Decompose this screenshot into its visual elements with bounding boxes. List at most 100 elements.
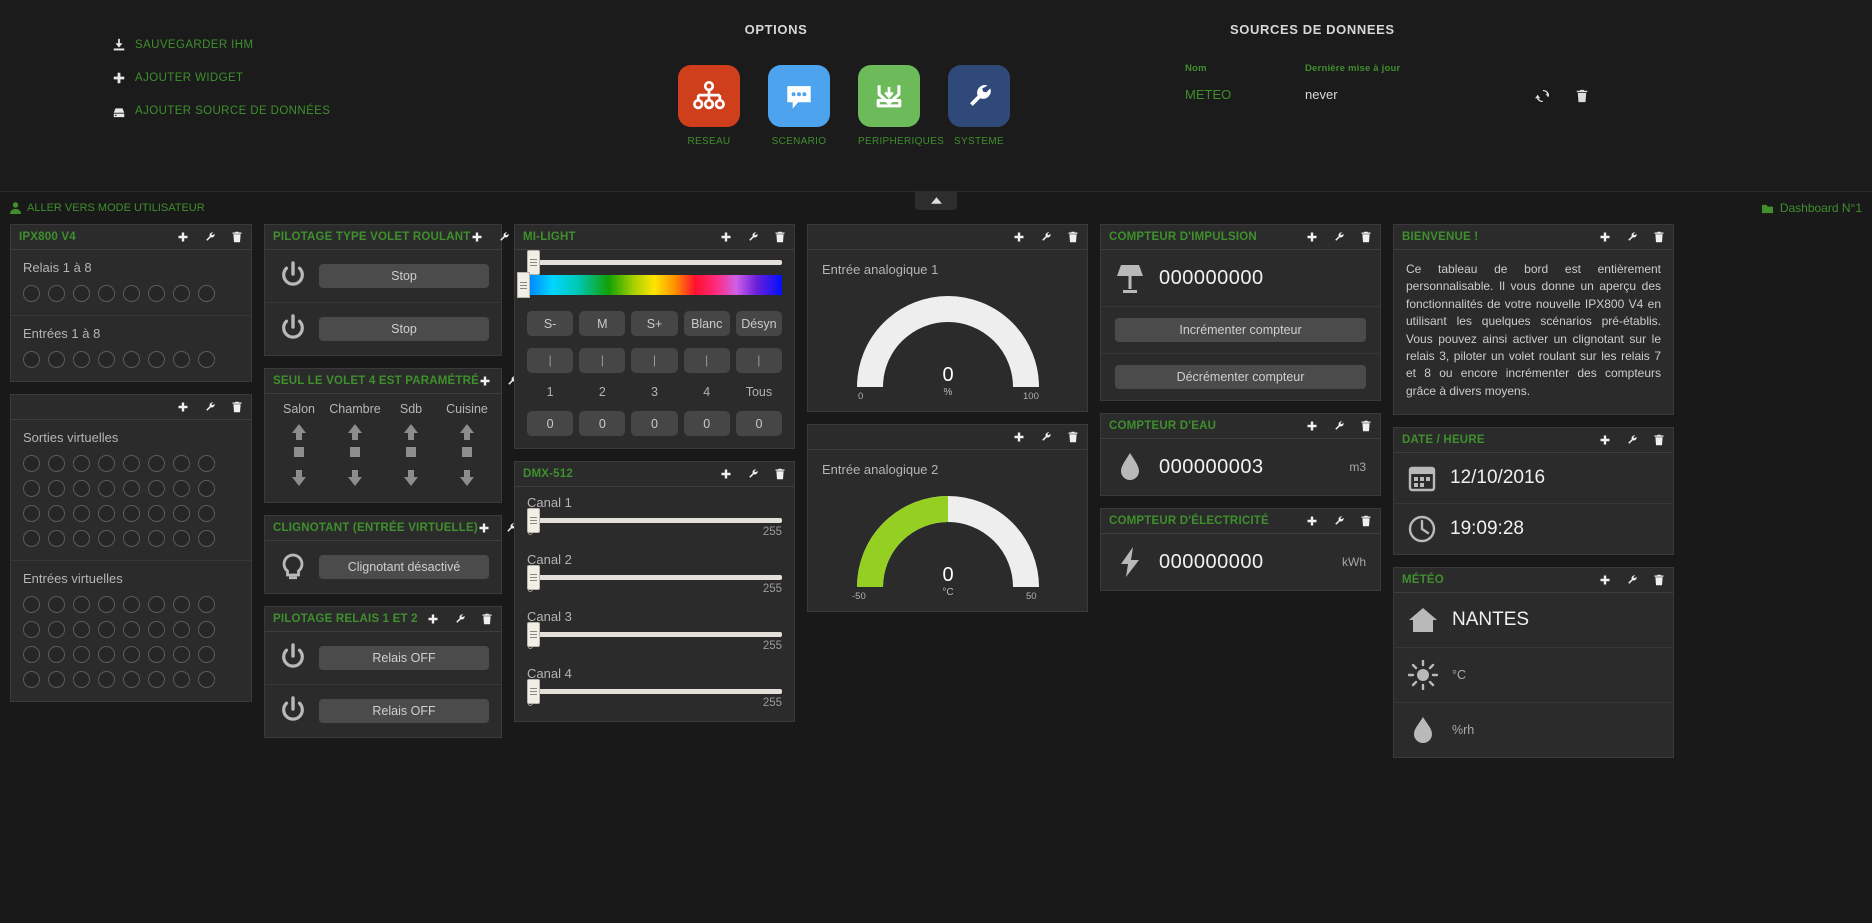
plus-icon[interactable] [427,613,439,625]
option-scenario[interactable]: SCENARIO [768,65,830,147]
vout-dot[interactable] [48,530,65,547]
wrench-icon[interactable] [454,613,466,625]
increment-counter-button[interactable]: Incrémenter compteur [1115,318,1366,342]
shutter-control[interactable]: Cuisine [441,402,493,488]
vout-dot[interactable] [98,505,115,522]
relay-dot[interactable] [198,285,215,302]
dmx-slider-handle[interactable] [527,508,540,533]
zone-value-button[interactable]: 0 [631,411,678,436]
dmx-slider-track[interactable] [527,679,782,704]
user-mode-link[interactable]: ALLER VERS MODE UTILISATEUR [10,202,205,214]
trash-icon[interactable] [1067,431,1079,443]
plus-icon[interactable] [1306,515,1318,527]
vin-dot[interactable] [173,621,190,638]
dmx-slider-handle[interactable] [527,565,540,590]
vout-dot[interactable] [98,480,115,497]
vout-dot[interactable] [198,530,215,547]
zone-bar-button[interactable]: | [683,348,730,373]
vin-dot[interactable] [73,621,90,638]
plus-icon[interactable] [177,231,189,243]
vin-dot[interactable] [123,671,140,688]
shutter-control[interactable]: Chambre [329,402,381,488]
zone-value-button[interactable]: 0 [527,411,574,436]
wrench-icon[interactable] [1040,431,1052,443]
vout-dot[interactable] [123,480,140,497]
zone-value-button[interactable]: 0 [579,411,626,436]
trash-icon[interactable] [1575,89,1589,103]
vout-dot[interactable] [148,455,165,472]
vout-dot[interactable] [73,480,90,497]
plus-icon[interactable] [177,401,189,413]
vin-dot[interactable] [23,596,40,613]
vin-dot[interactable] [73,671,90,688]
option-peripheriques[interactable]: PERIPHERIQUES [858,65,944,147]
plus-icon[interactable] [471,231,483,243]
trash-icon[interactable] [1360,231,1372,243]
zone-bar-button[interactable]: | [735,348,783,373]
shutter-control[interactable]: Salon [273,402,325,488]
wrench-icon[interactable] [747,231,759,243]
add-widget-link[interactable]: AJOUTER WIDGET [112,71,330,85]
vout-dot[interactable] [23,455,40,472]
trash-icon[interactable] [231,231,243,243]
plus-icon[interactable] [478,522,490,534]
zone-value-button[interactable]: 0 [735,411,783,436]
vout-dot[interactable] [23,505,40,522]
input-dot[interactable] [198,351,215,368]
wrench-icon[interactable] [1626,574,1638,586]
vin-dot[interactable] [48,646,65,663]
dmx-slider-track[interactable] [527,565,782,590]
vout-dot[interactable] [173,480,190,497]
plus-icon[interactable] [1599,231,1611,243]
trash-icon[interactable] [1653,231,1665,243]
wrench-icon[interactable] [747,468,759,480]
add-datasource-link[interactable]: AJOUTER SOURCE DE DONNÉES [112,104,330,118]
bulb-icon[interactable] [277,551,309,583]
plus-icon[interactable] [1013,231,1025,243]
wrench-icon[interactable] [1333,420,1345,432]
relay-dot[interactable] [98,285,115,302]
relay-dot[interactable] [48,285,65,302]
vin-dot[interactable] [198,596,215,613]
wrench-icon[interactable] [498,231,510,243]
vin-dot[interactable] [173,671,190,688]
trash-icon[interactable] [1360,515,1372,527]
wrench-icon[interactable] [1333,231,1345,243]
vin-dot[interactable] [173,596,190,613]
vin-dot[interactable] [48,671,65,688]
vin-dot[interactable] [148,596,165,613]
zone-bar-button[interactable]: | [527,348,574,373]
trash-icon[interactable] [1360,420,1372,432]
shutter-control[interactable]: Sdb [385,402,437,488]
vout-dot[interactable] [148,480,165,497]
vout-dot[interactable] [48,505,65,522]
plus-icon[interactable] [1013,431,1025,443]
vin-dot[interactable] [148,646,165,663]
vout-dot[interactable] [173,505,190,522]
vin-dot[interactable] [123,646,140,663]
vout-dot[interactable] [73,530,90,547]
hue-handle[interactable] [517,272,530,298]
trash-icon[interactable] [1653,574,1665,586]
vout-dot[interactable] [23,530,40,547]
refresh-icon[interactable] [1535,89,1551,103]
trash-icon[interactable] [481,613,493,625]
vout-dot[interactable] [73,505,90,522]
trash-icon[interactable] [231,401,243,413]
input-dot[interactable] [173,351,190,368]
volet-stop-button[interactable]: Stop [319,317,489,341]
vout-dot[interactable] [123,505,140,522]
vin-dot[interactable] [23,671,40,688]
plus-icon[interactable] [1599,434,1611,446]
speed-down-button[interactable]: S- [527,311,574,336]
volet-stop-button[interactable]: Stop [319,264,489,288]
vout-dot[interactable] [148,505,165,522]
power-icon[interactable] [277,695,309,727]
input-dot[interactable] [148,351,165,368]
decrement-counter-button[interactable]: Décrémenter compteur [1115,365,1366,389]
input-dot[interactable] [73,351,90,368]
relay-dot[interactable] [173,285,190,302]
speed-up-button[interactable]: S+ [631,311,678,336]
vout-dot[interactable] [123,530,140,547]
relay-dot[interactable] [148,285,165,302]
